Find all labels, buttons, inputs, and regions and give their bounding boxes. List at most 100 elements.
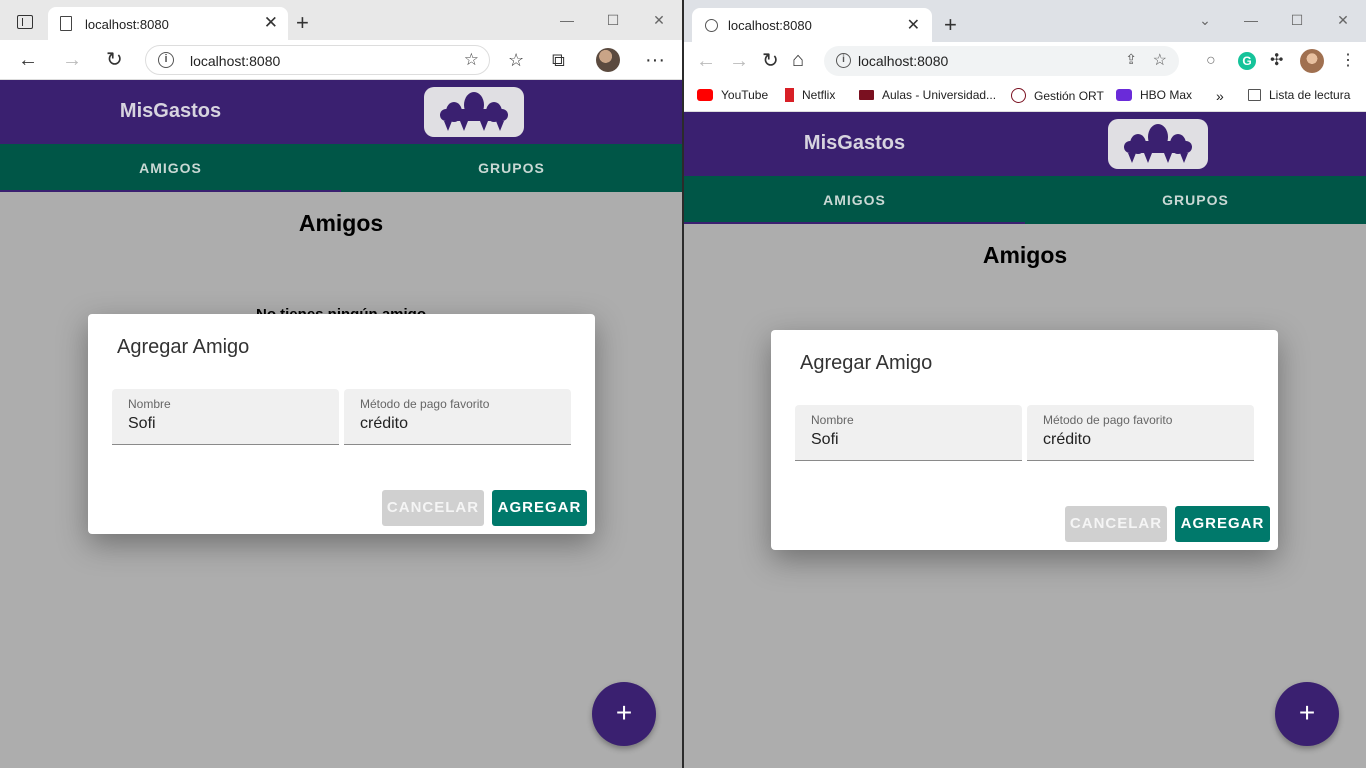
netflix-icon (785, 88, 794, 102)
app-container: MisGastos AMIGOS GRUPOS Amigos Agregar A… (684, 112, 1366, 768)
bookmark-hbo-max[interactable]: HBO Max (1116, 88, 1192, 102)
tab-title: localhost:8080 (85, 17, 169, 32)
add-button[interactable]: AGREGAR (1175, 506, 1270, 542)
back-icon[interactable]: ← (18, 48, 38, 72)
more-bookmarks-icon[interactable]: » (1216, 88, 1224, 104)
brand-title: MisGastos (803, 132, 906, 154)
extension-circle-icon[interactable]: ○ (1206, 49, 1216, 73)
chrome-browser-window: localhost:8080 ✕ + ⌄ — ☐ ✕ ← → ↻ ⌂ i loc… (684, 0, 1366, 768)
tab-search-icon[interactable]: ⌄ (1182, 0, 1228, 40)
browser-tab[interactable]: localhost:8080 ✕ (48, 7, 288, 40)
tab-amigos[interactable]: AMIGOS (0, 144, 341, 192)
new-tab-icon[interactable]: + (944, 12, 957, 38)
maximize-icon[interactable]: ☐ (590, 0, 636, 40)
collections-icon[interactable]: ⧉ (552, 48, 565, 72)
close-tab-icon[interactable]: ✕ (907, 15, 920, 35)
tab-amigos[interactable]: AMIGOS (684, 176, 1025, 224)
add-favorite-icon[interactable]: ☆ (464, 50, 479, 70)
edge-toolbar: ← → ↻ i localhost:8080 ☆ ☆ ⧉ ··· (0, 40, 682, 80)
globe-icon (1011, 88, 1026, 103)
bookmark-aulas[interactable]: Aulas - Universidad... (859, 88, 996, 102)
address-url: localhost:8080 (190, 53, 281, 69)
logo-icon (1108, 119, 1208, 169)
address-bar[interactable]: i localhost:8080 ☆ (145, 45, 490, 75)
youtube-icon (697, 89, 713, 101)
bookmark-label: HBO Max (1140, 88, 1193, 102)
add-button[interactable]: AGREGAR (492, 490, 587, 526)
bookmark-gestion-ort[interactable]: Gestión ORT (1011, 88, 1104, 103)
edge-tab-bar: localhost:8080 ✕ + — ☐ ✕ (0, 0, 682, 40)
page-title: Amigos (298, 210, 384, 236)
bookmark-star-icon[interactable]: ☆ (1153, 50, 1167, 70)
cancel-button[interactable]: CANCELAR (382, 490, 484, 526)
name-label: Nombre (128, 397, 171, 411)
site-info-icon[interactable]: i (158, 52, 174, 68)
page-icon (60, 16, 72, 31)
name-field[interactable]: Nombre Sofi (795, 405, 1022, 461)
chrome-toolbar: ← → ↻ ⌂ i localhost:8080 ⇪ ☆ ○ G ✣ ⋮ (684, 42, 1366, 80)
add-friend-dialog: Agregar Amigo Nombre Sofi Método de pago… (771, 330, 1278, 550)
reading-list-label: Lista de lectura (1269, 88, 1351, 102)
edge-browser-window: localhost:8080 ✕ + — ☐ ✕ ← → ↻ i localho… (0, 0, 682, 768)
grammarly-icon[interactable]: G (1238, 52, 1256, 70)
reading-list[interactable]: Lista de lectura (1248, 88, 1350, 102)
back-icon[interactable]: ← (696, 49, 716, 73)
chrome-tab-bar: localhost:8080 ✕ + ⌄ — ☐ ✕ (684, 0, 1366, 42)
new-tab-icon[interactable]: + (296, 10, 309, 36)
bookmark-label: YouTube (721, 88, 769, 102)
app-tabs: AMIGOS GRUPOS (0, 144, 682, 192)
site-info-icon[interactable]: i (836, 53, 851, 68)
bookmark-netflix[interactable]: Netflix (785, 88, 835, 102)
close-tab-icon[interactable]: ✕ (264, 13, 278, 33)
close-window-icon[interactable]: ✕ (636, 0, 682, 40)
brand-title: MisGastos (119, 100, 222, 122)
payment-method-value: crédito (1043, 431, 1092, 448)
graduation-cap-icon (859, 90, 874, 100)
maximize-icon[interactable]: ☐ (1274, 0, 1320, 40)
app-container: MisGastos AMIGOS GRUPOS Amigos No tie (0, 80, 682, 768)
more-icon[interactable]: ··· (645, 48, 665, 72)
refresh-icon[interactable]: ↻ (762, 49, 779, 73)
menu-icon[interactable]: ⋮ (1340, 49, 1356, 73)
globe-icon (705, 19, 718, 32)
share-icon[interactable]: ⇪ (1125, 51, 1137, 68)
forward-icon[interactable]: → (62, 48, 82, 72)
minimize-icon[interactable]: — (544, 0, 590, 40)
payment-method-label: Método de pago favorito (360, 397, 490, 411)
name-value: Sofi (128, 415, 156, 432)
dialog-title: Agregar Amigo (117, 336, 250, 358)
favorites-icon[interactable]: ☆ (508, 48, 524, 72)
home-icon[interactable]: ⌂ (792, 48, 804, 72)
extensions-puzzle-icon[interactable]: ✣ (1270, 49, 1283, 73)
bookmark-youtube[interactable]: YouTube (697, 88, 768, 102)
tab-title: localhost:8080 (728, 18, 812, 33)
minimize-icon[interactable]: — (1228, 0, 1274, 40)
payment-method-field[interactable]: Método de pago favorito crédito (1027, 405, 1254, 461)
window-controls: — ☐ ✕ (544, 0, 682, 40)
app-tabs: AMIGOS GRUPOS (684, 176, 1366, 224)
bookmark-label: Gestión ORT (1034, 88, 1104, 103)
page-content: Amigos No tienes ningún amigo Agregar Am… (0, 192, 682, 768)
page-content: Amigos Agregar Amigo Nombre Sofi Método … (684, 224, 1366, 768)
add-fab-button[interactable]: + (592, 682, 656, 746)
refresh-icon[interactable]: ↻ (106, 48, 123, 72)
address-url: localhost:8080 (858, 53, 949, 69)
add-fab-button[interactable]: + (1275, 682, 1339, 746)
payment-method-field[interactable]: Método de pago favorito crédito (344, 389, 571, 445)
window-controls: ⌄ — ☐ ✕ (1182, 0, 1366, 40)
tab-grupos[interactable]: GRUPOS (1025, 176, 1366, 224)
profile-avatar[interactable] (596, 48, 620, 72)
browser-tab[interactable]: localhost:8080 ✕ (692, 8, 932, 42)
forward-icon[interactable]: → (729, 49, 749, 73)
close-window-icon[interactable]: ✕ (1320, 0, 1366, 40)
cancel-button[interactable]: CANCELAR (1065, 506, 1167, 542)
reading-list-icon (1248, 89, 1261, 101)
profile-avatar[interactable] (1300, 49, 1324, 73)
app-header: MisGastos (0, 80, 682, 144)
bookmark-label: Aulas - Universidad... (882, 88, 997, 102)
address-bar[interactable]: i localhost:8080 ⇪ ☆ (824, 46, 1179, 76)
name-field[interactable]: Nombre Sofi (112, 389, 339, 445)
tab-actions-icon[interactable] (17, 15, 33, 29)
tab-grupos[interactable]: GRUPOS (341, 144, 682, 192)
page-title: Amigos (982, 242, 1068, 268)
